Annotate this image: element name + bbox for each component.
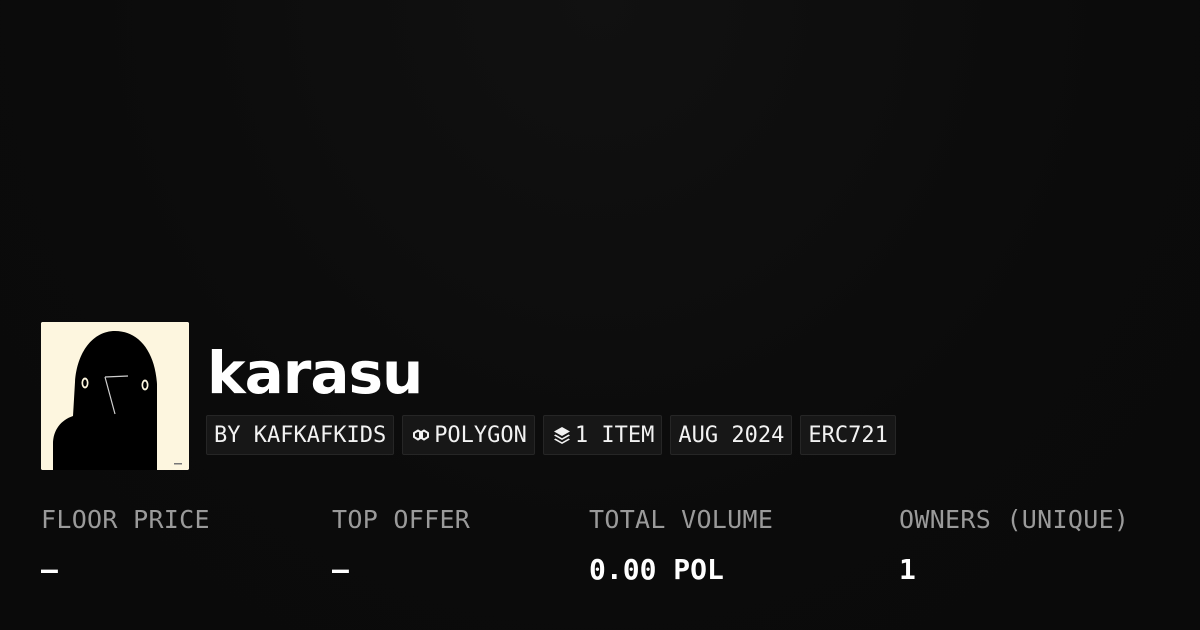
layers-icon [551, 424, 573, 446]
items-badge: 1 ITEM [542, 415, 663, 455]
floor-price-label: FLOOR PRICE [41, 505, 210, 534]
owners-value: 1 [899, 553, 916, 586]
crow-illustration [41, 322, 189, 470]
creator-label: BY KAFKAFKIDS [214, 422, 387, 448]
polygon-link-icon [410, 424, 432, 446]
chain-label: POLYGON [434, 422, 527, 448]
collection-stats: FLOOR PRICE – TOP OFFER – TOTAL VOLUME 0… [41, 504, 1159, 587]
items-label: 1 ITEM [574, 422, 655, 448]
date-label: AUG 2024 [678, 422, 785, 448]
top-offer-value: – [332, 553, 349, 586]
owners-stat: OWNERS (UNIQUE) 1 [899, 504, 1129, 587]
total-volume-label: TOTAL VOLUME [589, 505, 774, 534]
top-offer-label: TOP OFFER [332, 505, 471, 534]
floor-price-value: – [41, 553, 58, 586]
top-offer-stat: TOP OFFER – [332, 504, 470, 587]
total-volume-value: 0.00 POL [589, 553, 724, 586]
collection-avatar [41, 322, 189, 470]
standard-badge: ERC721 [800, 415, 896, 455]
creator-badge[interactable]: BY KAFKAFKIDS [206, 415, 395, 455]
owners-label: OWNERS (UNIQUE) [899, 505, 1130, 534]
floor-price-stat: FLOOR PRICE – [41, 504, 210, 587]
standard-label: ERC721 [808, 422, 888, 448]
chain-badge[interactable]: POLYGON [402, 415, 535, 455]
total-volume-stat: TOTAL VOLUME 0.00 POL [589, 504, 773, 587]
collection-title: karasu [207, 339, 423, 407]
date-badge: AUG 2024 [670, 415, 793, 455]
collection-badges: BY KAFKAFKIDS POLYGON 1 ITEM AUG 2024 ER… [206, 415, 896, 455]
collection-header-card: karasu BY KAFKAFKIDS POLYGON 1 ITEM AUG … [41, 322, 1159, 592]
